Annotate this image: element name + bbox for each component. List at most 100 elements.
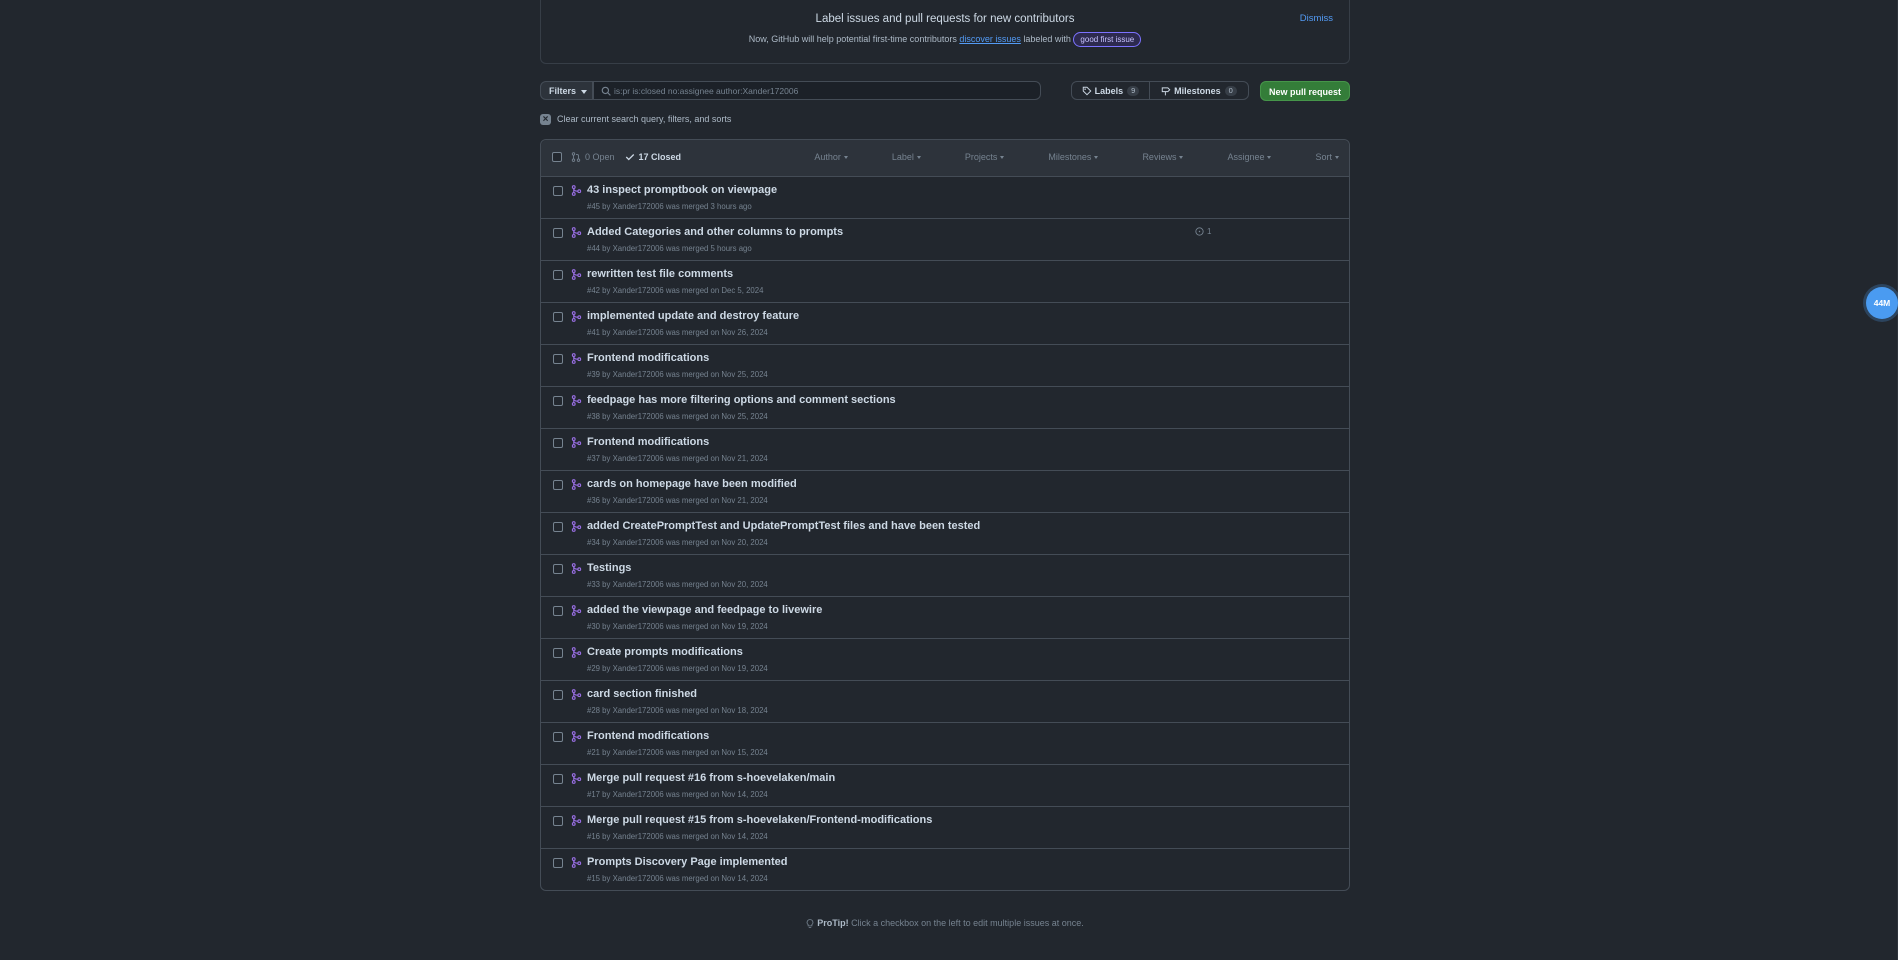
pull-request-row[interactable]: Merge pull request #16 from s-hoevelaken… [541,765,1349,807]
row-checkbox[interactable] [553,522,563,532]
pr-meta: #45 by Xander172006 was merged 3 hours a… [587,202,752,211]
pr-meta: #17 by Xander172006 was merged on Nov 14… [587,790,768,799]
open-filter[interactable]: 0 Open [571,152,615,162]
pull-request-row[interactable]: Testings #33 by Xander172006 was merged o… [541,555,1349,597]
pull-request-row[interactable]: Merge pull request #15 from s-hoevelaken… [541,807,1349,849]
pr-meta: #36 by Xander172006 was merged on Nov 21… [587,496,768,505]
clear-filters-link[interactable]: × Clear current search query, filters, a… [540,113,731,125]
row-checkbox[interactable] [553,228,563,238]
pr-title-link[interactable]: Frontend modifications [587,352,709,364]
sort-filter[interactable]: Sort [1293,152,1339,162]
pull-request-row[interactable]: cards on homepage have been modified #36 … [541,471,1349,513]
pr-meta: #28 by Xander172006 was merged on Nov 18… [587,706,768,715]
pull-request-row[interactable]: 43 inspect promptbook on viewpage #45 by … [541,177,1349,219]
pr-meta: #16 by Xander172006 was merged on Nov 14… [587,832,768,841]
clear-filters-label: Clear current search query, filters, and… [557,114,732,124]
row-checkbox[interactable] [553,690,563,700]
row-checkbox[interactable] [553,648,563,658]
new-pull-request-button[interactable]: New pull request [1260,81,1350,101]
row-checkbox[interactable] [553,774,563,784]
pr-title-link[interactable]: card section finished [587,688,697,700]
pr-title-link[interactable]: Frontend modifications [587,436,709,448]
projects-filter[interactable]: Projects [943,152,1005,162]
merged-pr-icon [571,773,582,784]
sort-filter-label: Sort [1315,152,1332,162]
pr-title-link[interactable]: 43 inspect promptbook on viewpage [587,184,777,196]
labels-label: Labels [1094,85,1124,96]
search-input[interactable] [614,83,1034,98]
row-checkbox[interactable] [553,858,563,868]
pr-title-link[interactable]: added the viewpage and feedpage to livew… [587,604,822,616]
merged-pr-icon [571,857,582,868]
search-field[interactable] [593,81,1041,100]
pr-title-link[interactable]: Frontend modifications [587,730,709,742]
pr-title-link[interactable]: Testings [587,562,631,574]
caret-down-icon [581,89,588,94]
pr-meta: #41 by Xander172006 was merged on Nov 26… [587,328,768,337]
pull-request-row[interactable]: Added Categories and other columns to pr… [541,219,1349,261]
caret-down-icon [843,156,848,160]
pr-title-link[interactable]: feedpage has more filtering options and … [587,394,896,406]
caret-down-icon [1179,156,1184,160]
dismiss-link[interactable]: Dismiss [1300,13,1333,24]
row-checkbox[interactable] [553,438,563,448]
pull-request-icon [571,152,581,162]
row-checkbox[interactable] [553,186,563,196]
row-checkbox[interactable] [553,396,563,406]
pull-request-row[interactable]: Frontend modifications #39 by Xander17200… [541,345,1349,387]
pull-request-row[interactable]: Frontend modifications #37 by Xander17200… [541,429,1349,471]
pr-title-link[interactable]: implemented update and destroy feature [587,310,799,322]
pr-title-link[interactable]: Prompts Discovery Page implemented [587,856,788,868]
pull-request-row[interactable]: added CreatePromptTest and UpdatePromptT… [541,513,1349,555]
author-filter[interactable]: Author [792,152,848,162]
caret-down-icon [1094,156,1099,160]
pull-request-row[interactable]: Create prompts modifications #29 by Xande… [541,639,1349,681]
milestones-button[interactable]: Milestones 0 [1150,82,1248,99]
merged-pr-icon [571,731,582,742]
pr-title-link[interactable]: added CreatePromptTest and UpdatePromptT… [587,520,980,532]
merged-pr-icon [571,479,582,490]
row-checkbox[interactable] [553,354,563,364]
pull-request-row[interactable]: implemented update and destroy feature #4… [541,303,1349,345]
merged-pr-icon [571,311,582,322]
assignee-filter[interactable]: Assignee [1205,152,1272,162]
row-checkbox[interactable] [553,732,563,742]
labels-button[interactable]: Labels 9 [1072,82,1150,99]
filters-button[interactable]: Filters [540,81,593,100]
row-checkbox[interactable] [553,480,563,490]
row-checkbox[interactable] [553,606,563,616]
pull-request-row[interactable]: added the viewpage and feedpage to livew… [541,597,1349,639]
pr-title-link[interactable]: Merge pull request #15 from s-hoevelaken… [587,814,932,826]
closed-filter[interactable]: 17 Closed [625,152,681,162]
pull-request-rows: 43 inspect promptbook on viewpage #45 by … [541,177,1349,890]
header-filters: Author Label Projects Milestones Reviews… [770,152,1339,162]
row-checkbox[interactable] [553,312,563,322]
pr-title-link[interactable]: rewritten test file comments [587,268,733,280]
pull-request-row[interactable]: feedpage has more filtering options and … [541,387,1349,429]
merged-pr-icon [571,563,582,574]
comments-count[interactable]: 1 [1195,227,1211,236]
pull-request-row[interactable]: Frontend modifications #21 by Xander17200… [541,723,1349,765]
pr-title-link[interactable]: Create prompts modifications [587,646,743,658]
label-filter-label: Label [891,152,914,162]
row-checkbox[interactable] [553,564,563,574]
label-filter[interactable]: Label [870,152,921,162]
pull-request-row[interactable]: rewritten test file comments #42 by Xande… [541,261,1349,303]
milestones-filter[interactable]: Milestones [1026,152,1099,162]
milestones-count: 0 [1224,85,1237,96]
floating-badge[interactable]: 44M [1866,287,1898,319]
merged-pr-icon [571,689,582,700]
pr-title-link[interactable]: Merge pull request #16 from s-hoevelaken… [587,772,835,784]
pr-title-link[interactable]: cards on homepage have been modified [587,478,797,490]
select-all-checkbox[interactable] [552,152,562,162]
row-checkbox[interactable] [553,270,563,280]
caret-down-icon [1000,156,1005,160]
row-checkbox[interactable] [553,816,563,826]
pull-request-row[interactable]: card section finished #28 by Xander172006… [541,681,1349,723]
pull-request-row[interactable]: Prompts Discovery Page implemented #15 by… [541,849,1349,890]
discover-issues-link[interactable]: discover issues [959,34,1021,44]
pr-title-link[interactable]: Added Categories and other columns to pr… [587,226,843,238]
reviews-filter[interactable]: Reviews [1120,152,1184,162]
author-filter-label: Author [814,152,841,162]
pr-meta: #29 by Xander172006 was merged on Nov 19… [587,664,768,673]
